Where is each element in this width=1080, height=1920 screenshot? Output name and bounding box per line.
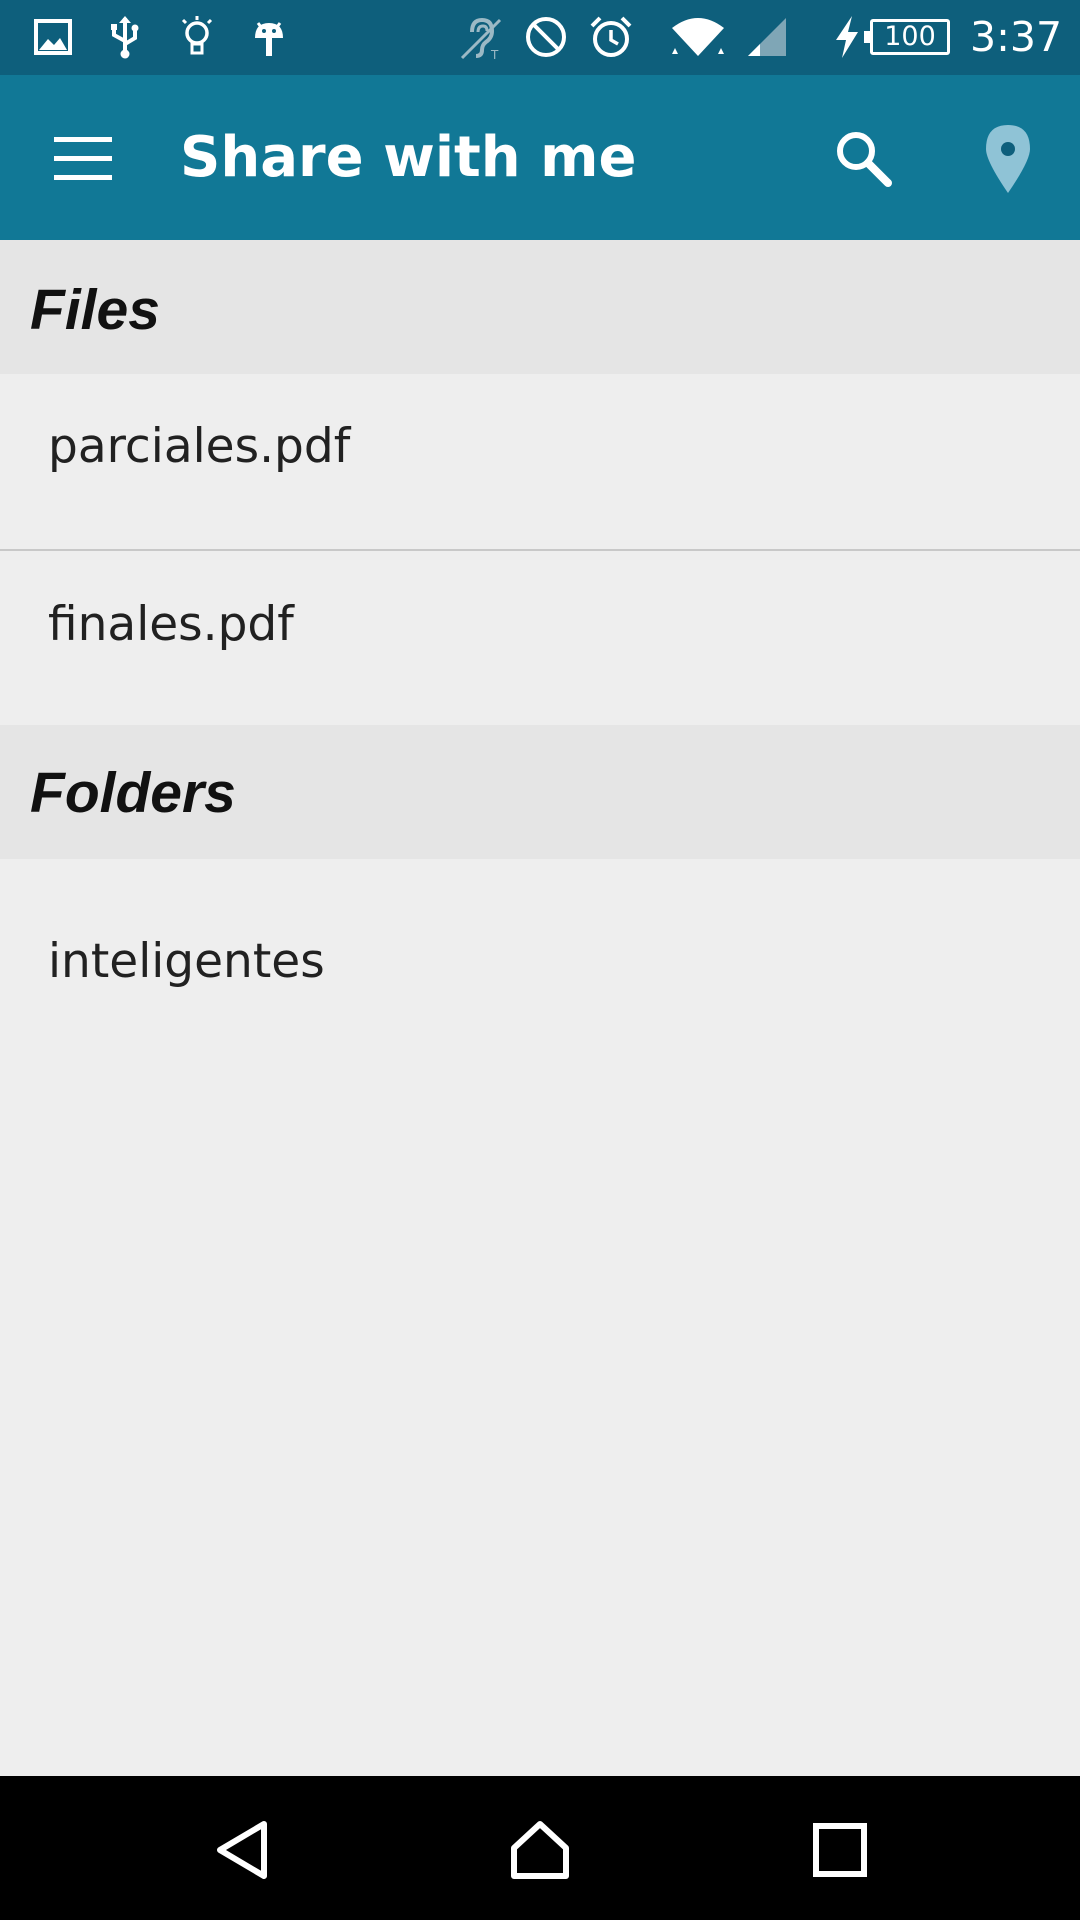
do-not-disturb-icon <box>523 14 569 60</box>
battery-level: 100 <box>884 21 936 52</box>
menu-icon[interactable] <box>54 137 112 181</box>
folder-item-label: inteligentes <box>48 934 325 989</box>
folder-item-inteligentes[interactable]: inteligentes <box>0 859 1080 1004</box>
file-item-finales[interactable]: finales.pdf <box>0 551 1080 696</box>
file-item-label: finales.pdf <box>48 597 294 652</box>
files-section-header: Files <box>0 240 1080 374</box>
hearing-aid-icon: T <box>458 14 504 60</box>
status-time: 3:37 <box>970 13 1063 61</box>
usb-icon <box>102 14 148 60</box>
lightbulb-icon <box>174 14 220 60</box>
alarm-icon <box>588 14 634 60</box>
page-title: Share with me <box>180 125 637 190</box>
folders-section-header: Folders <box>0 725 1080 859</box>
signal-icon <box>744 14 790 60</box>
android-icon <box>246 14 292 60</box>
back-icon[interactable] <box>210 1818 274 1882</box>
status-bar: T 100 3:37 <box>0 0 1080 75</box>
svg-text:T: T <box>490 48 499 60</box>
file-item-parciales[interactable]: parciales.pdf <box>0 374 1080 519</box>
location-pin-icon[interactable] <box>978 123 1038 195</box>
battery-indicator: 100 <box>864 19 950 55</box>
wifi-icon <box>670 14 726 60</box>
file-item-label: parciales.pdf <box>48 419 351 474</box>
search-icon[interactable] <box>832 127 894 189</box>
files-header-label: Files <box>30 278 160 342</box>
screen: T 100 3:37 Share with me Files parciales… <box>0 0 1080 1920</box>
navigation-bar <box>0 1776 1080 1920</box>
image-icon <box>30 14 76 60</box>
app-bar: Share with me <box>0 75 1080 240</box>
home-icon[interactable] <box>508 1818 572 1882</box>
recents-icon[interactable] <box>808 1818 872 1882</box>
folders-header-label: Folders <box>30 761 236 825</box>
charging-icon <box>830 14 864 60</box>
